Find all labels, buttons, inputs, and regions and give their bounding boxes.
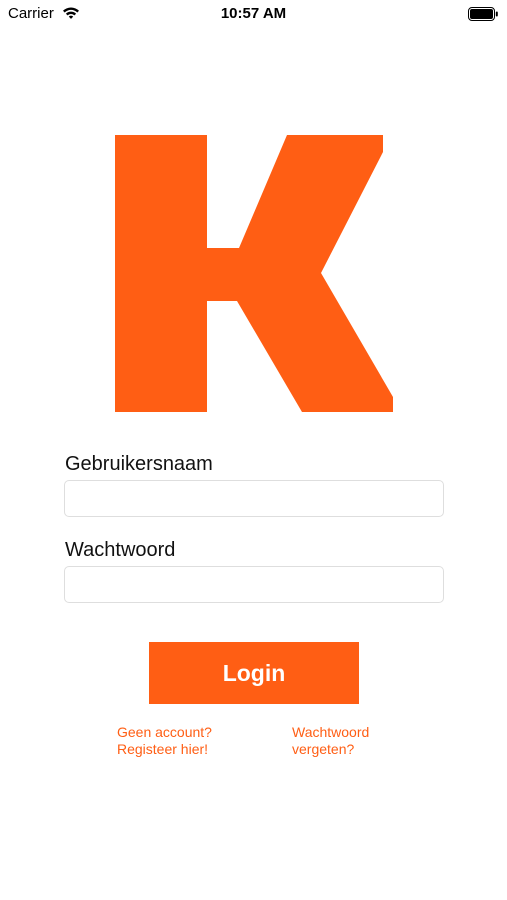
username-label: Gebruikersnaam	[65, 453, 213, 475]
username-input[interactable]	[64, 480, 444, 517]
k-logo	[115, 135, 393, 417]
register-link[interactable]: Geen account? Registeer hier!	[117, 724, 212, 758]
password-label: Wachtwoord	[65, 539, 176, 561]
password-input[interactable]	[64, 566, 444, 603]
register-link-line1: Geen account?	[117, 724, 212, 740]
forgot-link-line1: Wachtwoord	[292, 724, 370, 740]
battery-icon	[468, 7, 499, 26]
status-time: 10:57 AM	[220, 5, 287, 22]
forgot-password-link[interactable]: Wachtwoord vergeten?	[292, 724, 369, 758]
status-bar: Carrier 10:57 AM	[0, 0, 507, 28]
forgot-link-line2: vergeten?	[292, 741, 355, 757]
register-link-line2: Registeer hier!	[117, 741, 209, 757]
login-button[interactable]: Login	[149, 642, 359, 704]
